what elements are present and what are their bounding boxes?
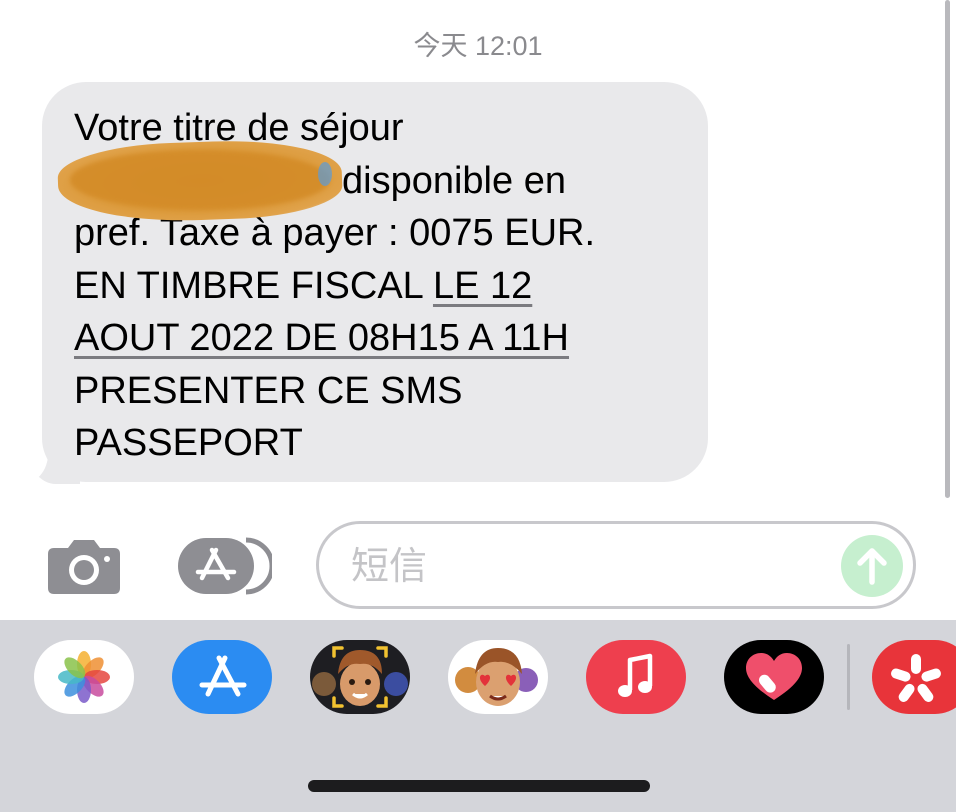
message-input-field[interactable] [316, 521, 916, 609]
music-app-button[interactable] [586, 640, 686, 714]
music-icon [618, 653, 653, 697]
message-input[interactable] [349, 540, 813, 594]
app-drawer [0, 620, 956, 812]
app-drawer-divider [847, 644, 850, 710]
apps-button[interactable] [176, 536, 275, 596]
app-store-icon [199, 655, 247, 697]
memoji-stickers-icon [455, 648, 538, 706]
digital-touch-app-button[interactable] [724, 640, 824, 714]
received-message-bubble[interactable]: Votre titre de séjour disponible en pref… [42, 82, 708, 482]
message-line: PRESENTER CE SMS [74, 369, 463, 412]
memoji-stickers-app-button[interactable] [448, 640, 548, 714]
memoji-camera-icon [312, 646, 408, 708]
date-link[interactable]: LE 12 [433, 265, 532, 307]
date-link[interactable]: AOUT 2022 DE 08H15 A 11H [74, 317, 569, 359]
arrow-up-icon [857, 548, 887, 585]
camera-button[interactable] [46, 538, 122, 594]
app-store-icon [178, 537, 275, 595]
memoji-camera-app-button[interactable] [310, 640, 410, 714]
app-store-app-button[interactable] [172, 640, 272, 714]
photos-icon [58, 651, 110, 703]
yelp-app-button[interactable] [872, 640, 956, 714]
home-indicator[interactable] [308, 780, 650, 792]
send-button[interactable] [841, 535, 903, 597]
message-line: PASSEPORT [74, 422, 303, 464]
yelp-icon [891, 654, 941, 702]
digital-touch-icon [746, 653, 802, 700]
redaction-scribble [70, 150, 330, 210]
photos-app-button[interactable] [34, 640, 134, 714]
redacted-link-fragment [318, 162, 332, 186]
message-text: EN TIMBRE FISCAL [74, 264, 423, 307]
scrollbar[interactable] [945, 0, 950, 498]
camera-icon [48, 540, 120, 594]
message-line: EN TIMBRE FISCAL LE 12 [74, 260, 684, 313]
message-line: AOUT 2022 DE 08H15 A 11H [74, 312, 684, 365]
message-timestamp: 今天 12:01 [413, 31, 543, 61]
